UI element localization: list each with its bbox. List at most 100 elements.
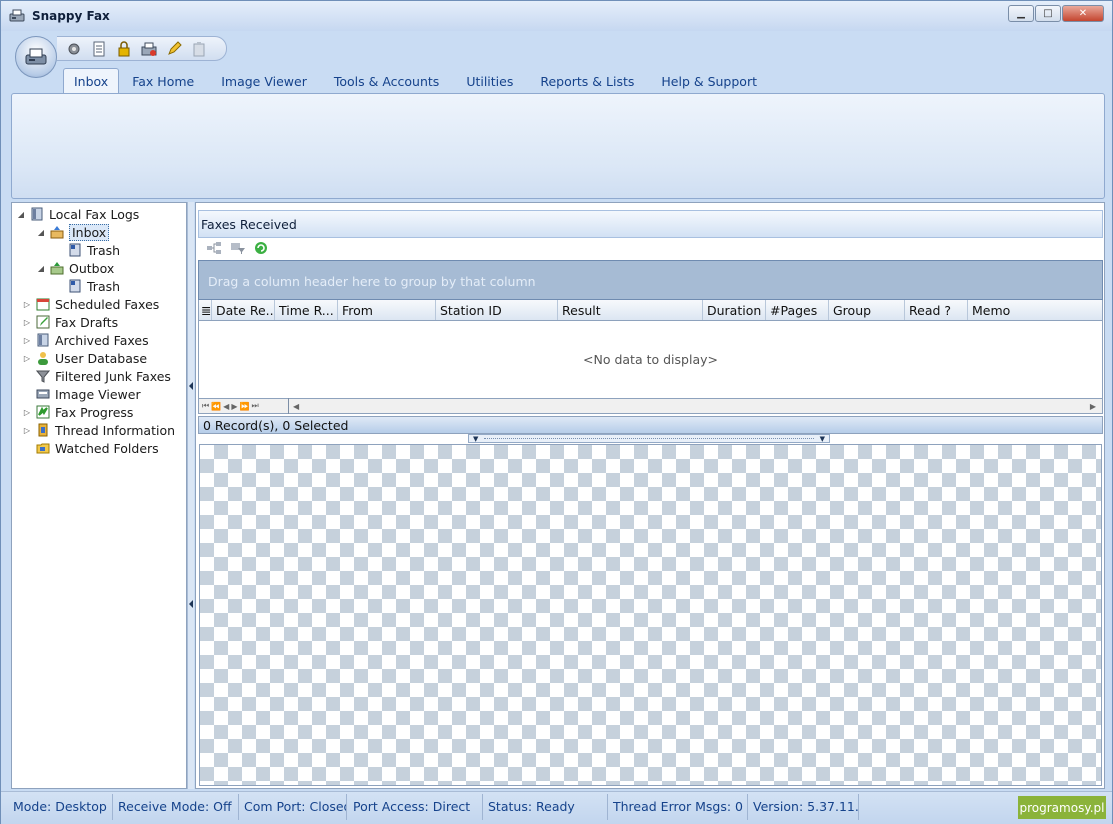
collapse-arrow-icon[interactable]: ◢ <box>36 228 46 237</box>
app-window: Snappy Fax ▁ □ ✕ Inbox Fax Home Image Vi… <box>0 0 1113 824</box>
panel-title: Faxes Received <box>198 210 1103 238</box>
column-header-station-id[interactable]: Station ID <box>436 300 558 320</box>
tab-help-support[interactable]: Help & Support <box>648 68 771 94</box>
tree-item-archived-faxes[interactable]: ▷ Archived Faxes <box>22 331 149 349</box>
gear-icon[interactable] <box>65 40 82 57</box>
fax-grid-body: <No data to display> <box>198 321 1103 398</box>
refresh-icon[interactable] <box>254 241 268 258</box>
fax-image-preview[interactable] <box>199 444 1102 786</box>
column-header-date-received[interactable]: Date Re... <box>212 300 275 320</box>
next-page-icon[interactable]: ⏩ <box>239 402 249 411</box>
tree-item-fax-progress[interactable]: ▷ Fax Progress <box>22 403 134 421</box>
column-header-result[interactable]: Result <box>558 300 703 320</box>
next-record-icon[interactable]: ▶ <box>231 402 237 411</box>
tree-item-inbox[interactable]: ◢ Inbox <box>36 223 110 241</box>
document-icon[interactable] <box>90 40 107 57</box>
tree-label: Watched Folders <box>55 440 159 456</box>
first-record-icon[interactable]: ⏮ <box>202 401 209 411</box>
expand-arrow-icon[interactable]: ▷ <box>22 408 32 417</box>
record-count: 0 Record(s), 0 Selected <box>198 416 1103 434</box>
tab-utilities[interactable]: Utilities <box>453 68 527 94</box>
tab-tools-accounts[interactable]: Tools & Accounts <box>321 68 453 94</box>
column-chooser-icon[interactable]: ≣ <box>199 300 212 320</box>
tree-item-image-viewer[interactable]: Image Viewer <box>32 385 141 403</box>
tree-label: Trash <box>87 278 121 294</box>
scroll-left-icon[interactable]: ◀ <box>289 402 299 411</box>
scroll-right-icon[interactable]: ▶ <box>1086 402 1102 411</box>
trash-icon <box>67 242 83 258</box>
chevron-down-icon[interactable]: ▼ <box>820 435 825 443</box>
fax-logs-icon <box>29 206 45 222</box>
progress-icon <box>35 404 51 420</box>
maximize-icon[interactable]: □ <box>1035 5 1061 22</box>
previous-record-icon[interactable]: ◀ <box>223 402 229 411</box>
tab-reports-lists[interactable]: Reports & Lists <box>527 68 648 94</box>
close-icon[interactable]: ✕ <box>1062 5 1104 22</box>
title-bar: Snappy Fax ▁ □ ✕ <box>1 1 1112 31</box>
record-navigator: ⏮ ⏪ ◀ ▶ ⏩ ⏭ ◀ ▶ <box>198 398 1103 414</box>
expand-arrow-icon[interactable]: ▷ <box>22 426 32 435</box>
status-port-access: Port Access: Direct <box>349 794 483 820</box>
tab-inbox[interactable]: Inbox <box>63 68 120 94</box>
collapse-arrow-icon[interactable]: ◢ <box>36 264 46 273</box>
chevron-down-icon[interactable]: ▼ <box>473 435 478 443</box>
thread-icon <box>35 422 51 438</box>
collapse-left-icon[interactable] <box>189 382 193 390</box>
filter-rows-icon[interactable] <box>230 241 246 258</box>
minimize-icon[interactable]: ▁ <box>1008 5 1034 22</box>
user-icon <box>35 350 51 366</box>
expand-arrow-icon[interactable]: ▷ <box>22 354 32 363</box>
folder-icon <box>35 440 51 456</box>
collapse-arrow-icon[interactable]: ◢ <box>16 210 26 219</box>
group-icon[interactable] <box>206 241 222 258</box>
column-header-read[interactable]: Read ? <box>905 300 968 320</box>
tree-item-local-fax-logs[interactable]: ◢ Local Fax Logs <box>16 205 139 223</box>
previous-page-icon[interactable]: ⏪ <box>211 402 221 411</box>
tree-item-scheduled-faxes[interactable]: ▷ Scheduled Faxes <box>22 295 159 313</box>
application-menu-button[interactable] <box>15 36 57 78</box>
tree-label: Outbox <box>69 260 115 276</box>
collapse-left-icon[interactable] <box>189 600 193 608</box>
tree-label: Filtered Junk Faxes <box>55 368 171 384</box>
column-header-pages[interactable]: #Pages <box>766 300 829 320</box>
expand-arrow-icon[interactable]: ▷ <box>22 336 32 345</box>
fax-machine-icon[interactable] <box>140 40 157 57</box>
expand-arrow-icon[interactable]: ▷ <box>22 300 32 309</box>
status-mode: Mode: Desktop <box>9 794 113 820</box>
tree-item-filtered-junk-faxes[interactable]: Filtered Junk Faxes <box>32 367 171 385</box>
ribbon-panel <box>11 93 1105 199</box>
tree-item-outbox[interactable]: ◢ Outbox <box>36 259 114 277</box>
tree-item-inbox-trash[interactable]: Trash <box>64 241 120 259</box>
column-header-time-received[interactable]: Time R... <box>275 300 338 320</box>
column-header-group[interactable]: Group <box>829 300 905 320</box>
lock-icon[interactable] <box>115 40 132 57</box>
pencil-icon[interactable] <box>165 40 182 57</box>
tab-image-viewer[interactable]: Image Viewer <box>208 68 321 94</box>
archive-icon <box>35 332 51 348</box>
tree-item-user-database[interactable]: ▷ User Database <box>22 349 147 367</box>
clipboard-icon[interactable] <box>190 40 207 57</box>
tree-item-fax-drafts[interactable]: ▷ Fax Drafts <box>22 313 118 331</box>
quick-access-toolbar <box>57 36 227 61</box>
navigation-tree: ◢ Local Fax Logs ◢ Inbox Trash ◢ Outbox … <box>11 202 187 789</box>
column-header-duration[interactable]: Duration <box>703 300 766 320</box>
column-header-memo[interactable]: Memo <box>968 300 1102 320</box>
empty-grid-message: <No data to display> <box>583 352 718 367</box>
tab-fax-home[interactable]: Fax Home <box>119 68 208 94</box>
expand-arrow-icon[interactable]: ▷ <box>22 318 32 327</box>
filter-icon <box>35 368 51 384</box>
group-by-area[interactable]: Drag a column header here to group by th… <box>198 260 1103 300</box>
fax-machine-icon <box>25 48 47 65</box>
tree-label: Archived Faxes <box>55 332 149 348</box>
horizontal-splitter[interactable]: ▼ ▼ <box>468 434 830 443</box>
draft-icon <box>35 314 51 330</box>
tree-item-thread-information[interactable]: ▷ Thread Information <box>22 421 175 439</box>
column-header-from[interactable]: From <box>338 300 436 320</box>
status-bar: Mode: Desktop Receive Mode: Off Com Port… <box>1 791 1112 824</box>
tree-item-outbox-trash[interactable]: Trash <box>64 277 120 295</box>
last-record-icon[interactable]: ⏭ <box>251 401 258 411</box>
vertical-splitter[interactable] <box>187 202 194 789</box>
splitter-grip <box>484 438 814 439</box>
tree-item-watched-folders[interactable]: Watched Folders <box>32 439 159 457</box>
tree-label: Image Viewer <box>55 386 141 402</box>
